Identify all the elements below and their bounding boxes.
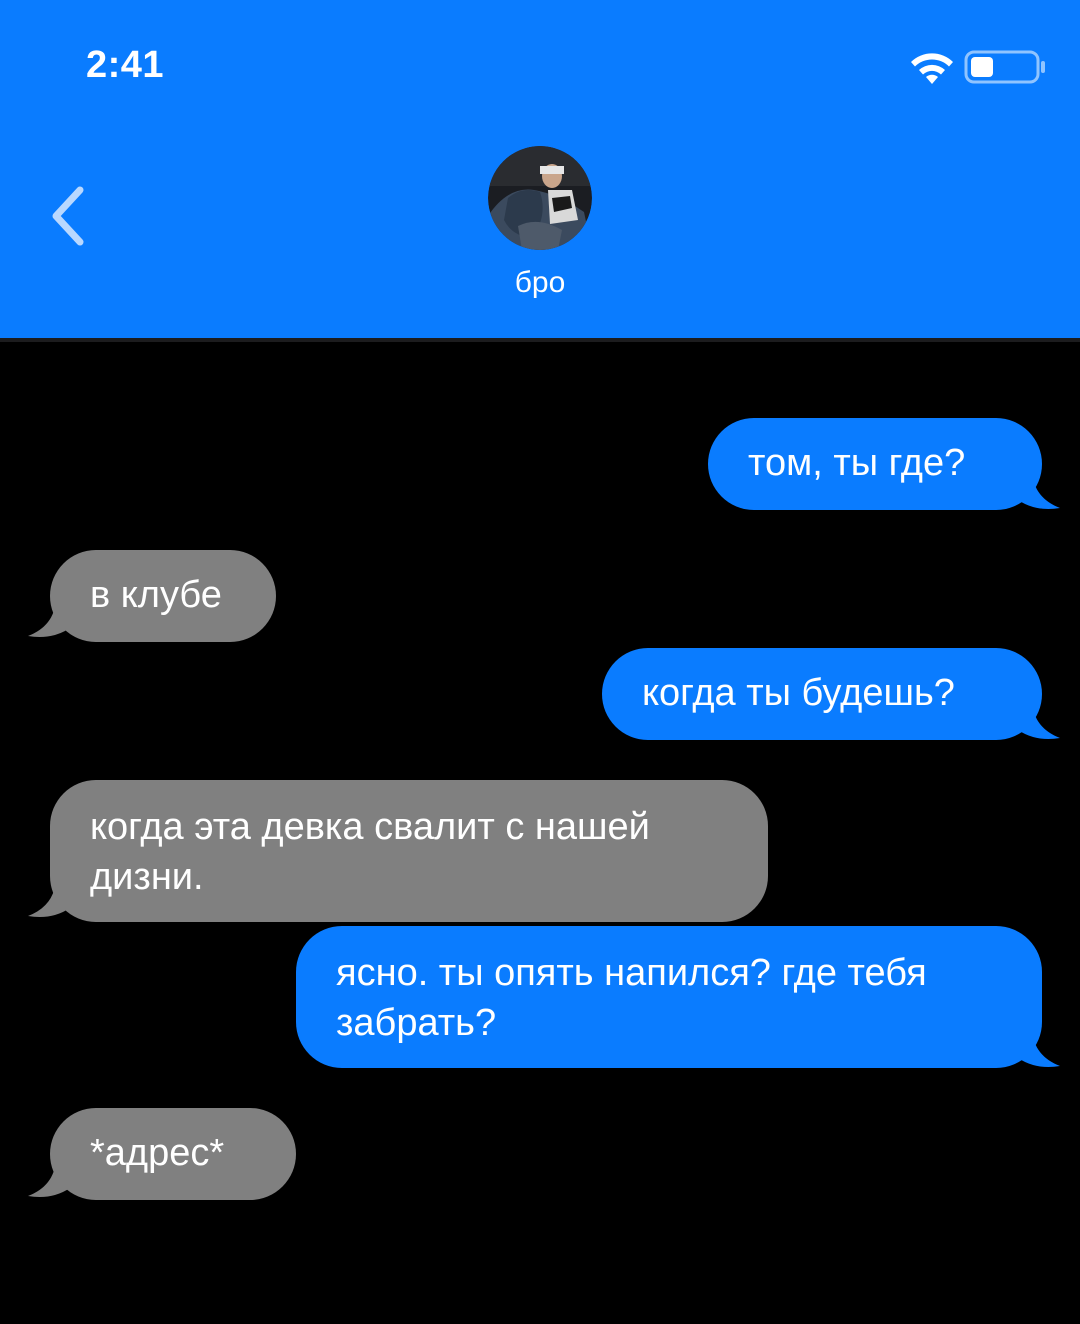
contact-name[interactable]: бро [440,266,640,300]
message-bubble-received[interactable]: в клубе [50,550,276,642]
message-text: том, ты где? [748,442,966,484]
message-text: ясно. ты опять напился? где тебя забрать… [336,952,927,1044]
bubble-tail-received [28,880,70,917]
chat-header: 2:41 бро [0,0,1080,342]
contact-avatar[interactable] [488,146,592,250]
bubble-tail-sent [1018,1030,1060,1067]
message-bubble-sent[interactable]: когда ты будешь? [602,648,1042,740]
bubble-tail-received [28,1160,70,1197]
messages-screen: 2:41 бро том, ты где? в клубе когда ты б… [0,0,1080,1324]
message-bubble-received[interactable]: когда эта девка свалит с нашей дизни. [50,780,768,922]
bubble-tail-sent [1018,702,1060,739]
status-time: 2:41 [86,44,165,86]
message-text: в клубе [90,574,222,616]
message-text: *адрес* [90,1132,225,1174]
bubble-tail-sent [1018,472,1060,509]
wifi-icon [911,53,953,84]
battery-icon [964,50,1045,84]
message-bubble-received[interactable]: *адрес* [50,1108,296,1200]
message-text: когда ты будешь? [642,672,955,714]
message-text: когда эта девка свалит с нашей дизни. [90,806,650,898]
message-bubble-sent[interactable]: том, ты где? [708,418,1042,510]
back-chevron-icon[interactable] [40,178,100,254]
message-bubble-sent[interactable]: ясно. ты опять напился? где тебя забрать… [296,926,1042,1068]
bubble-tail-received [28,600,70,637]
